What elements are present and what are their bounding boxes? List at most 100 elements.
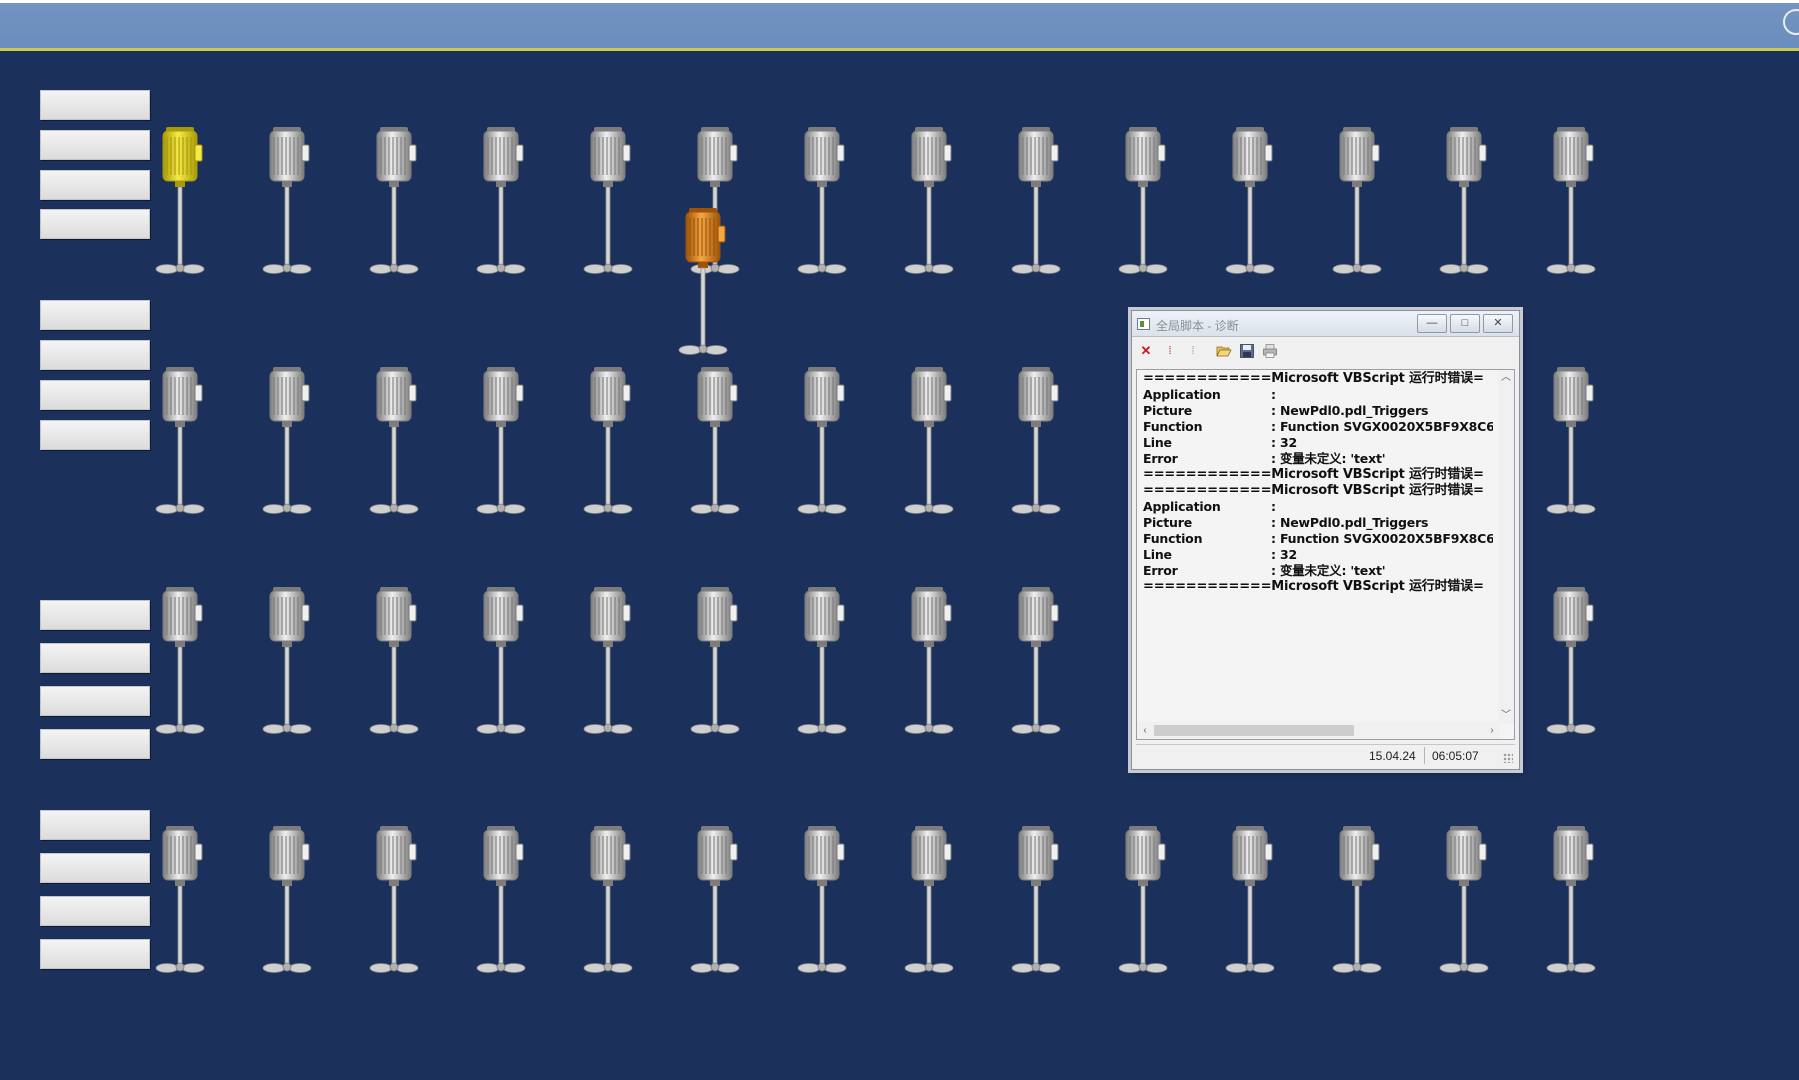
scroll-left-icon[interactable]: ‹: [1137, 722, 1153, 739]
diagnostic-window-title: 全局脚本 - 诊断: [1156, 319, 1239, 333]
folder-open-icon[interactable]: [1215, 342, 1233, 360]
agitator-motor-icon[interactable]: [155, 367, 211, 519]
diagnostic-status-bar: 15.04.24 06:05:07: [1136, 744, 1515, 765]
log-lines: ============Microsoft VBScript 运行时错误= App…: [1143, 371, 1493, 701]
agitator-motor-icon[interactable]: [1011, 587, 1067, 739]
agitator-motor-icon[interactable]: [1546, 826, 1602, 978]
log-key: Function: [1143, 419, 1203, 434]
log-value: : 变量未定义: 'text': [1271, 563, 1386, 578]
agitator-motor-icon[interactable]: [583, 127, 639, 279]
agitator-motor-icon[interactable]: [1546, 127, 1602, 279]
log-key: Application: [1143, 387, 1221, 402]
agitator-motor-icon[interactable]: [583, 367, 639, 519]
log-value: :: [1271, 499, 1276, 514]
agitator-motor-icon[interactable]: [690, 367, 746, 519]
log-value: : 变量未定义: 'text': [1271, 451, 1386, 466]
agitator-motor-icon[interactable]: [155, 587, 211, 739]
agitator-motor-icon[interactable]: [1225, 127, 1281, 279]
agitator-motor-icon[interactable]: [690, 587, 746, 739]
horizontal-scroll-thumb[interactable]: [1154, 725, 1354, 736]
mixer-grid: [0, 0, 1799, 1080]
agitator-motor-icon[interactable]: [904, 367, 960, 519]
agitator-motor-icon[interactable]: [369, 587, 425, 739]
agitator-motor-icon[interactable]: [797, 367, 853, 519]
close-button[interactable]: ✕: [1483, 314, 1513, 333]
agitator-motor-icon[interactable]: [369, 127, 425, 279]
maximize-button[interactable]: □: [1450, 314, 1480, 333]
scroll-down-icon[interactable]: ﹀: [1498, 708, 1514, 724]
agitator-motor-icon[interactable]: [904, 826, 960, 978]
agitator-motor-icon[interactable]: [797, 826, 853, 978]
log-key: Line: [1143, 547, 1172, 562]
agitator-motor-icon[interactable]: [155, 826, 211, 978]
breakpoint-gray-icon[interactable]: ⁞: [1184, 342, 1202, 360]
log-line: Function : Function SVGX0020X5BF9X8C611: [1143, 531, 1493, 547]
agitator-motor-icon[interactable]: [1118, 826, 1174, 978]
agitator-motor-icon[interactable]: [1011, 367, 1067, 519]
log-line: Picture : NewPdl0.pdl_Triggers: [1143, 403, 1493, 419]
agitator-motor-icon[interactable]: [1011, 826, 1067, 978]
log-key: Error: [1143, 451, 1178, 466]
agitator-motor-icon[interactable]: [904, 127, 960, 279]
agitator-motor-icon[interactable]: [1439, 127, 1495, 279]
agitator-motor-icon[interactable]: [476, 367, 532, 519]
log-line: Picture: NewPdl0.pdl_Triggers: [1143, 515, 1493, 531]
agitator-motor-icon[interactable]: [583, 826, 639, 978]
log-key: Picture: [1143, 403, 1192, 418]
agitator-motor-icon[interactable]: [476, 826, 532, 978]
diagnostic-window[interactable]: 全局脚本 - 诊断 — □ ✕ ✕ ⁞ ⁞ ============Micros…: [1131, 310, 1520, 770]
log-line: Application:: [1143, 499, 1493, 515]
scroll-up-icon[interactable]: ︿: [1498, 370, 1514, 386]
log-line: ============Microsoft VBScript 运行时错误=: [1143, 483, 1484, 498]
agitator-motor-icon[interactable]: [262, 826, 318, 978]
log-value: : 32: [1271, 547, 1297, 562]
agitator-motor-icon-running[interactable]: [678, 208, 734, 360]
agitator-motor-icon[interactable]: [1439, 826, 1495, 978]
agitator-motor-icon[interactable]: [262, 367, 318, 519]
agitator-motor-icon[interactable]: [1546, 587, 1602, 739]
agitator-motor-icon[interactable]: [1118, 127, 1174, 279]
log-line: Line : 32: [1143, 547, 1493, 563]
agitator-motor-icon[interactable]: [369, 826, 425, 978]
agitator-motor-icon[interactable]: [476, 127, 532, 279]
agitator-motor-icon[interactable]: [1546, 367, 1602, 519]
log-line: Application:: [1143, 387, 1493, 403]
resize-grip-icon[interactable]: [1503, 753, 1513, 763]
agitator-motor-icon[interactable]: [797, 587, 853, 739]
agitator-motor-icon-selected[interactable]: [155, 127, 211, 279]
scroll-right-icon[interactable]: ›: [1484, 722, 1500, 739]
diagnostic-log-area[interactable]: ============Microsoft VBScript 运行时错误= App…: [1136, 369, 1515, 740]
log-line: Error: 变量未定义: 'text': [1143, 563, 1493, 579]
log-value: : Function SVGX0020X5BF9X8C611: [1271, 531, 1493, 546]
diagnostic-window-titlebar[interactable]: 全局脚本 - 诊断 — □ ✕: [1132, 311, 1519, 337]
agitator-motor-icon[interactable]: [797, 127, 853, 279]
log-line: ============Microsoft VBScript 运行时错误=: [1143, 371, 1484, 386]
agitator-motor-icon[interactable]: [1332, 127, 1388, 279]
agitator-motor-icon[interactable]: [904, 587, 960, 739]
agitator-motor-icon[interactable]: [1011, 127, 1067, 279]
agitator-motor-icon[interactable]: [262, 127, 318, 279]
agitator-motor-icon[interactable]: [1225, 826, 1281, 978]
printer-icon[interactable]: [1261, 342, 1279, 360]
agitator-motor-icon[interactable]: [1332, 826, 1388, 978]
minimize-button[interactable]: —: [1417, 314, 1447, 333]
floppy-disk-icon[interactable]: [1238, 342, 1256, 360]
agitator-motor-icon[interactable]: [690, 826, 746, 978]
breakpoint-red-icon[interactable]: ⁞: [1161, 342, 1179, 360]
diagnostic-toolbar: ✕ ⁞ ⁞: [1132, 338, 1519, 364]
window-app-icon: [1137, 318, 1150, 330]
log-value: :: [1271, 387, 1276, 402]
agitator-motor-icon[interactable]: [476, 587, 532, 739]
delete-x-icon[interactable]: ✕: [1137, 342, 1155, 360]
log-key: Line: [1143, 435, 1172, 450]
log-value: : NewPdl0.pdl_Triggers: [1271, 403, 1429, 418]
agitator-motor-icon[interactable]: [262, 587, 318, 739]
log-line: Line: 32: [1143, 435, 1493, 451]
agitator-motor-icon[interactable]: [583, 587, 639, 739]
vertical-scrollbar[interactable]: ︿ ﹀: [1498, 370, 1514, 724]
log-key: Function: [1143, 531, 1203, 546]
agitator-motor-icon[interactable]: [369, 367, 425, 519]
horizontal-scrollbar[interactable]: ‹ ›: [1137, 722, 1500, 739]
log-key: Application: [1143, 499, 1221, 514]
status-time: 06:05:07: [1432, 749, 1479, 763]
